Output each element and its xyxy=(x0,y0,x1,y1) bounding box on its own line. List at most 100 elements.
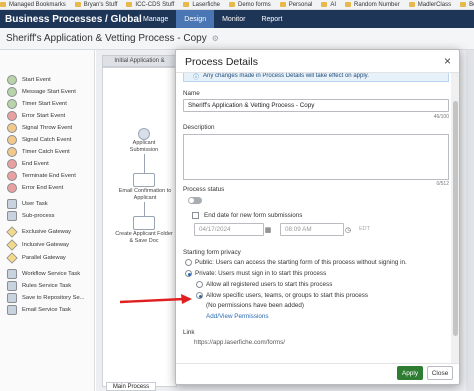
end-time-input[interactable]: 08:09 AM xyxy=(280,223,344,236)
privacy-public-radio[interactable] xyxy=(185,259,192,266)
timer-start-icon xyxy=(7,99,17,109)
element-palette: Start Event Message Start Event Timer Star… xyxy=(0,50,95,391)
main-process-tab[interactable]: Main Process xyxy=(106,382,156,391)
palette-item[interactable]: Message Start Event xyxy=(0,86,95,98)
palette-item[interactable]: Exclusive Gateway xyxy=(0,226,95,238)
signal-catch-icon xyxy=(7,135,17,145)
node-label: Email Confirmation to Applicant xyxy=(118,188,172,201)
allow-specific-radio[interactable] xyxy=(196,292,203,299)
lane-header: Initial Application & xyxy=(102,55,177,67)
end-date-checkbox[interactable] xyxy=(192,212,199,219)
bookmark-item[interactable]: Laserfiche xyxy=(183,2,220,8)
calendar-icon[interactable]: ▦ xyxy=(262,223,274,236)
close-icon[interactable]: × xyxy=(444,54,451,68)
process-details-dialog: Process Details × ⓘ Any changes made in … xyxy=(175,49,460,385)
sub-process-icon xyxy=(7,211,17,221)
folder-icon xyxy=(229,2,236,7)
privacy-public-label: Public: Users can access the starting fo… xyxy=(195,259,407,266)
palette-item[interactable]: Inclusive Gateway xyxy=(0,239,95,251)
description-field[interactable] xyxy=(183,134,449,180)
swim-lane: Applicant Submission Email Confirmation … xyxy=(102,67,177,387)
folder-icon xyxy=(345,2,352,7)
dialog-body: ⓘ Any changes made in Process Details wi… xyxy=(176,73,453,363)
palette-item[interactable]: Terminate End Event xyxy=(0,170,95,182)
user-task-icon xyxy=(7,199,17,209)
palette-item[interactable]: Save to Repository Se... xyxy=(0,292,95,304)
close-button[interactable]: Close xyxy=(427,366,453,380)
palette-item[interactable]: Email Service Task xyxy=(0,304,95,316)
folder-icon xyxy=(321,2,328,7)
app-header: Business Processes / Global Manage Desig… xyxy=(0,10,474,28)
end-date-input[interactable]: 04/17/2024 xyxy=(194,223,264,236)
workflow-service-icon xyxy=(7,269,17,279)
palette-item[interactable]: Signal Throw Event xyxy=(0,122,95,134)
palette-item[interactable]: Error Start Event xyxy=(0,110,95,122)
add-view-permissions-link[interactable]: Add/View Permissions xyxy=(206,313,269,320)
tab-manage[interactable]: Manage xyxy=(135,10,176,28)
bookmark-item[interactable]: Bookmarks xyxy=(460,2,474,8)
palette-item[interactable]: Timer Catch Event xyxy=(0,146,95,158)
allow-specific-label: Allow specific users, teams, or groups t… xyxy=(206,292,369,299)
palette-item[interactable]: End Event xyxy=(0,158,95,170)
signal-throw-icon xyxy=(7,123,17,133)
folder-icon xyxy=(126,2,133,7)
tab-report[interactable]: Report xyxy=(253,10,290,28)
process-title-bar: Sheriff's Application & Vetting Process … xyxy=(0,28,474,50)
rules-service-icon xyxy=(7,281,17,291)
canvas-scrollbar[interactable] xyxy=(466,50,474,391)
connector xyxy=(144,154,145,173)
tab-monitor[interactable]: Monitor xyxy=(214,10,253,28)
tab-design[interactable]: Design xyxy=(176,10,215,28)
status-toggle[interactable] xyxy=(188,197,202,204)
task-node[interactable] xyxy=(133,216,155,230)
bookmark-item[interactable]: Demo forms xyxy=(229,2,271,8)
palette-item[interactable]: User Task xyxy=(0,198,95,210)
error-start-icon xyxy=(7,111,17,121)
app-title: Business Processes / Global xyxy=(5,13,142,25)
process-name: Sheriff's Application & Vetting Process … xyxy=(6,33,207,44)
name-field[interactable]: Sheriff's Application & Vetting Process … xyxy=(183,99,449,112)
node-label: Applicant Submission xyxy=(129,140,159,153)
palette-item[interactable]: Sub-process xyxy=(0,210,95,222)
privacy-private-radio[interactable] xyxy=(185,270,192,277)
palette-item[interactable]: Start Event xyxy=(0,74,95,86)
clock-icon[interactable]: ◷ xyxy=(342,223,354,236)
save-repository-icon xyxy=(7,293,17,303)
palette-item[interactable]: Parallel Gateway xyxy=(0,252,95,264)
bookmark-item[interactable]: Personal xyxy=(279,2,312,8)
description-counter: 0/512 xyxy=(436,181,449,187)
palette-item[interactable]: Signal Catch Event xyxy=(0,134,95,146)
divider xyxy=(176,363,459,364)
bookmarks-bar: Managed Bookmarks Bryan's Stuff ICC-CDS St… xyxy=(0,0,474,10)
exclusive-gateway-icon xyxy=(6,226,18,238)
bookmark-item[interactable]: MadlerClass xyxy=(408,2,451,8)
form-link-url[interactable]: https://app.laserfiche.com/forms/ xyxy=(194,339,285,346)
gear-icon[interactable]: ⚙ xyxy=(212,34,219,43)
link-label: Link xyxy=(183,329,195,336)
palette-item[interactable]: Rules Service Task xyxy=(0,280,95,292)
folder-icon xyxy=(183,2,190,7)
bookmark-item[interactable]: ICC-CDS Stuff xyxy=(126,2,174,8)
timer-catch-icon xyxy=(7,147,17,157)
task-node[interactable] xyxy=(133,173,155,187)
palette-item[interactable]: Error End Event xyxy=(0,182,95,194)
folder-icon xyxy=(74,2,81,7)
dialog-scrollbar[interactable] xyxy=(451,73,459,363)
inclusive-gateway-icon xyxy=(6,239,18,251)
bookmark-item[interactable]: Bryan's Stuff xyxy=(74,2,117,8)
allow-all-radio[interactable] xyxy=(196,281,203,288)
palette-item[interactable]: Workflow Service Task xyxy=(0,268,95,280)
name-counter: 46/100 xyxy=(433,114,449,120)
privacy-label: Starting form privacy xyxy=(183,249,241,256)
apply-button[interactable]: Apply xyxy=(397,366,423,380)
start-event-node[interactable] xyxy=(138,128,150,140)
error-end-icon xyxy=(7,183,17,193)
folder-icon xyxy=(460,2,467,7)
bookmark-item[interactable]: AI xyxy=(321,2,336,8)
bookmark-item[interactable]: Random Number xyxy=(345,2,400,8)
palette-item[interactable]: Timer Start Event xyxy=(0,98,95,110)
bookmark-item[interactable]: Managed Bookmarks xyxy=(0,2,66,8)
description-label: Description xyxy=(183,124,215,131)
connector xyxy=(144,202,145,216)
folder-icon xyxy=(0,2,6,7)
